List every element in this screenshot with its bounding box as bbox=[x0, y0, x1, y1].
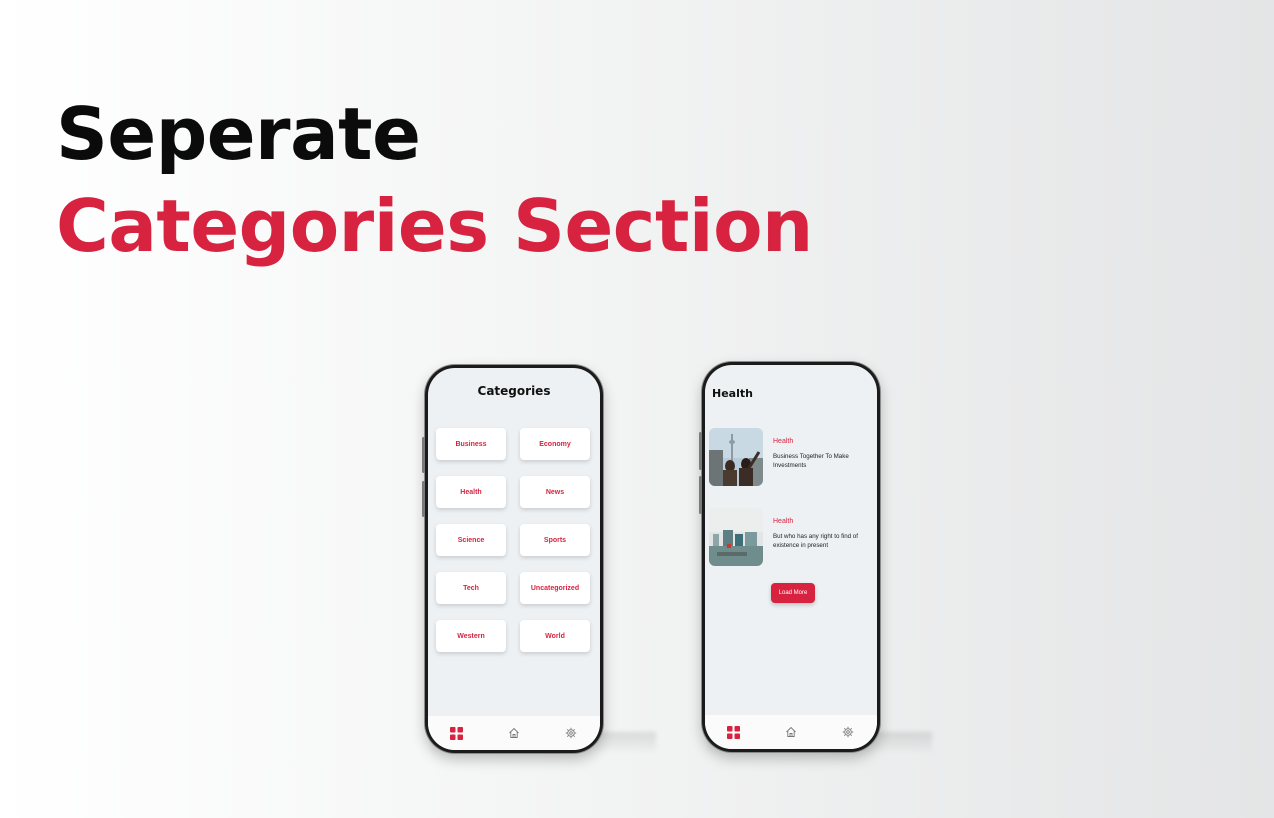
category-button-tech[interactable]: Tech bbox=[436, 572, 506, 604]
article-category: Health bbox=[773, 518, 794, 525]
article-title: But who has any right to find of existen… bbox=[773, 533, 858, 549]
category-button-world[interactable]: World bbox=[520, 620, 590, 652]
phone-categories: Categories Business Economy Health News … bbox=[422, 365, 603, 753]
gear-icon[interactable] bbox=[559, 721, 583, 745]
volume-button bbox=[699, 476, 702, 514]
headline: Seperate Categories Section bbox=[56, 88, 813, 272]
category-grid: Business Economy Health News Science Spo… bbox=[436, 428, 592, 652]
gear-icon[interactable] bbox=[836, 720, 860, 744]
bottom-nav bbox=[428, 716, 600, 750]
screen-title: Health bbox=[712, 387, 753, 400]
category-button-western[interactable]: Western bbox=[436, 620, 506, 652]
category-button-health[interactable]: Health bbox=[436, 476, 506, 508]
article-card[interactable]: Health But who has any right to find of … bbox=[709, 508, 877, 568]
grid-icon[interactable] bbox=[722, 720, 746, 744]
article-card[interactable]: Health Business Together To Make Investm… bbox=[709, 428, 877, 488]
article-title: Business Together To Make Investments bbox=[773, 453, 849, 469]
health-screen: Health Health Business Together To Make … bbox=[705, 365, 877, 749]
volume-button bbox=[422, 481, 425, 517]
volume-button bbox=[699, 432, 702, 470]
bottom-nav bbox=[705, 715, 877, 749]
category-button-news[interactable]: News bbox=[520, 476, 590, 508]
category-button-science[interactable]: Science bbox=[436, 524, 506, 556]
article-category: Health bbox=[773, 438, 794, 445]
load-more-button[interactable]: Load More bbox=[771, 583, 815, 603]
category-button-sports[interactable]: Sports bbox=[520, 524, 590, 556]
category-button-business[interactable]: Business bbox=[436, 428, 506, 460]
home-icon[interactable] bbox=[779, 720, 803, 744]
headline-line-2: Categories Section bbox=[56, 184, 813, 268]
headline-line-1: Seperate bbox=[56, 92, 421, 176]
grid-icon[interactable] bbox=[445, 721, 469, 745]
people-city-tower-photo bbox=[709, 428, 763, 486]
volume-button bbox=[422, 437, 425, 473]
category-button-economy[interactable]: Economy bbox=[520, 428, 590, 460]
harbor-city-photo bbox=[709, 508, 763, 566]
screen-title: Categories bbox=[477, 384, 551, 398]
home-icon[interactable] bbox=[502, 721, 526, 745]
category-button-uncategorized[interactable]: Uncategorized bbox=[520, 572, 590, 604]
phone-health: Health Health Business Together To Make … bbox=[699, 362, 880, 752]
categories-screen: Categories Business Economy Health News … bbox=[428, 368, 600, 750]
